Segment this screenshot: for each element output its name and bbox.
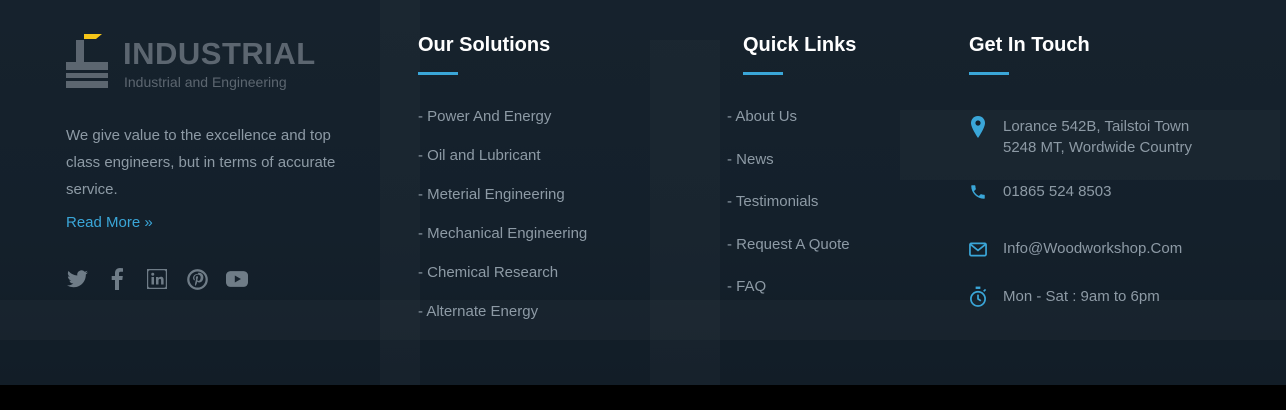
contact-hours: Mon - Sat : 9am to 6pm [969,286,1160,308]
heading-underline [743,72,783,75]
solutions-link-chemical[interactable]: - Chemical Research [418,264,587,303]
contact-heading: Get In Touch [969,34,1090,56]
quick-link-about[interactable]: - About Us [727,108,850,151]
quick-link-testimonials[interactable]: - Testimonials [727,193,850,236]
youtube-icon[interactable] [226,268,248,290]
stopwatch-icon [969,286,987,308]
quick-links-heading: Quick Links [743,34,857,56]
factory-logo-icon [66,34,108,88]
map-pin-icon [969,116,987,138]
heading-underline [418,72,458,75]
solutions-link-oil[interactable]: - Oil and Lubricant [418,147,587,186]
address-line-1: Lorance 542B, Tailstoi Town [1003,118,1190,135]
logo-title: INDUSTRIAL [123,36,316,71]
solutions-link-mechanical[interactable]: - Mechanical Engineering [418,225,587,264]
footer: INDUSTRIAL Industrial and Engineering We… [0,0,1286,385]
quick-link-faq[interactable]: - FAQ [727,278,850,321]
logo[interactable]: INDUSTRIAL Industrial and Engineering [66,32,346,94]
bottom-bar [0,385,1286,410]
solutions-link-material[interactable]: - Meterial Engineering [418,186,587,225]
opening-hours: Mon - Sat : 9am to 6pm [1003,288,1160,305]
solutions-link-alternate[interactable]: - Alternate Energy [418,303,587,342]
envelope-icon [969,238,987,260]
phone-number[interactable]: 01865 524 8503 [1003,181,1111,202]
quick-link-quote[interactable]: - Request A Quote [727,236,850,279]
linkedin-icon[interactable] [146,268,168,290]
phone-icon [969,181,987,203]
read-more-link[interactable]: Read More » [66,214,153,231]
solutions-heading: Our Solutions [418,34,551,56]
facebook-icon[interactable] [106,268,128,290]
heading-underline [969,72,1009,75]
quick-links-list: - About Us - News - Testimonials - Reque… [727,108,850,321]
contact-address: Lorance 542B, Tailstoi Town 5248 MT, Wor… [969,116,1192,158]
solutions-list: - Power And Energy - Oil and Lubricant -… [418,108,587,342]
quick-link-news[interactable]: - News [727,151,850,194]
email-address[interactable]: Info@Woodworkshop.Com [1003,238,1182,259]
social-links [66,268,248,290]
pinterest-icon[interactable] [186,268,208,290]
contact-email: Info@Woodworkshop.Com [969,238,1182,260]
solutions-link-power[interactable]: - Power And Energy [418,108,587,147]
address-line-2: 5248 MT, Wordwide Country [1003,139,1192,156]
contact-phone: 01865 524 8503 [969,181,1111,203]
logo-subtitle: Industrial and Engineering [124,74,287,90]
about-text: We give value to the excellence and top … [66,127,336,198]
twitter-icon[interactable] [66,268,88,290]
